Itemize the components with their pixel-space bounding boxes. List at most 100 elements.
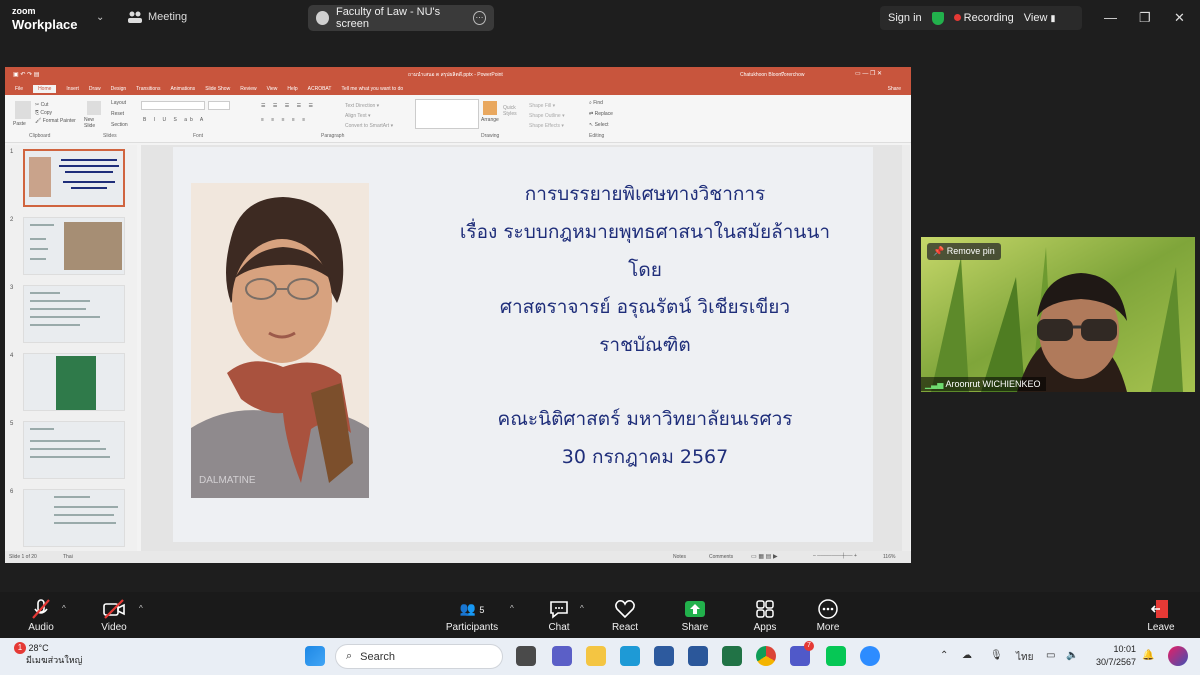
- slide-thumbnail-2[interactable]: [23, 217, 125, 275]
- slide-thumbnail-4[interactable]: [23, 353, 125, 411]
- tell-me-search[interactable]: Tell me what you want to do: [341, 86, 403, 92]
- tab-home[interactable]: Home: [33, 84, 57, 93]
- tab-help[interactable]: Help: [287, 86, 297, 92]
- minimize-icon[interactable]: —: [1104, 10, 1117, 25]
- tab-transitions[interactable]: Transitions: [136, 86, 160, 92]
- paste-button[interactable]: Paste: [13, 121, 26, 127]
- notes-button[interactable]: Notes: [673, 554, 686, 560]
- layout-button[interactable]: Layout: [111, 100, 126, 106]
- audio-options-caret[interactable]: ^: [62, 604, 66, 613]
- recording-indicator[interactable]: Recording: [953, 12, 1014, 24]
- system-clock[interactable]: 10:01 30/7/2567: [1086, 643, 1136, 669]
- line-app-icon[interactable]: [826, 646, 846, 666]
- tab-draw[interactable]: Draw: [89, 86, 101, 92]
- ppt-share-button[interactable]: Share: [888, 86, 901, 92]
- sign-in-button[interactable]: Sign in: [888, 12, 922, 24]
- restore-icon[interactable]: ❐: [1139, 10, 1151, 26]
- more-options-icon[interactable]: ···: [472, 11, 486, 25]
- audio-button[interactable]: Audio: [26, 598, 56, 633]
- arrange-icon[interactable]: [483, 101, 497, 115]
- shape-format-buttons[interactable]: Shape Fill ▾ Shape Outline ▾ Shape Effects…: [529, 101, 565, 131]
- tab-review[interactable]: Review: [240, 86, 256, 92]
- clipboard-small-buttons[interactable]: ✂ Cut ⎘ Copy 🖌 Format Painter: [35, 101, 76, 125]
- apps-button[interactable]: Apps: [750, 598, 780, 633]
- view-button[interactable]: View ▮: [1024, 12, 1056, 24]
- slide-number-4: 4: [10, 353, 14, 359]
- tab-slide-show[interactable]: Slide Show: [205, 86, 230, 92]
- chevron-down-icon[interactable]: ⌄: [96, 12, 104, 23]
- text-direction-buttons[interactable]: Text Direction ▾ Align Text ▾ Convert to S…: [345, 101, 393, 131]
- meeting-info-button[interactable]: Meeting: [128, 11, 187, 23]
- react-button[interactable]: React: [610, 598, 640, 633]
- arrange-button[interactable]: Arrange: [481, 117, 499, 123]
- tab-view[interactable]: View: [267, 86, 278, 92]
- shapes-gallery[interactable]: [415, 99, 479, 129]
- slide-thumbnail-6[interactable]: [23, 489, 125, 547]
- notification-bell-icon[interactable]: 🔔: [1142, 650, 1154, 661]
- find-button[interactable]: ⌕ Find: [589, 100, 603, 106]
- quick-styles-button[interactable]: Quick Styles: [503, 105, 521, 117]
- chrome-icon[interactable]: [756, 646, 776, 666]
- tab-file[interactable]: File: [15, 86, 23, 92]
- share-screen-button[interactable]: Share: [678, 598, 712, 633]
- participant-video-tile[interactable]: 📌 Remove pin ▁▃▅ Aroonrut WICHIENKEO: [921, 237, 1195, 392]
- reset-button[interactable]: Reset: [111, 111, 124, 117]
- leave-button[interactable]: Leave: [1146, 598, 1176, 633]
- chat-options-caret[interactable]: ^: [580, 604, 584, 613]
- volume-icon[interactable]: 🔈: [1066, 650, 1078, 661]
- align-buttons[interactable]: ≡ ≡ ≡ ≡ ≡: [261, 117, 308, 123]
- font-format-buttons[interactable]: B I U S ab A: [143, 117, 206, 123]
- more-button[interactable]: More: [814, 598, 842, 633]
- slide-thumbnail-5[interactable]: [23, 421, 125, 479]
- edge-browser-icon[interactable]: [620, 646, 640, 666]
- comments-button[interactable]: Comments: [709, 554, 733, 560]
- section-button[interactable]: Section: [111, 122, 128, 128]
- chat-button[interactable]: Chat: [544, 598, 574, 633]
- weather-widget[interactable]: 1 28°C มีเมฆส่วนใหญ่: [14, 642, 82, 666]
- tab-animations[interactable]: Animations: [170, 86, 195, 92]
- tab-insert[interactable]: Insert: [66, 86, 79, 92]
- tray-overflow-icon[interactable]: ⌃: [940, 650, 948, 661]
- taskbar-search[interactable]: ⌕ Search: [335, 644, 503, 669]
- microphone-tray-icon[interactable]: 🎙: [990, 650, 1003, 661]
- word-icon[interactable]: [688, 646, 708, 666]
- teams-icon[interactable]: 7: [790, 641, 814, 666]
- task-view-icon[interactable]: [516, 646, 536, 666]
- copilot-icon[interactable]: [1168, 646, 1188, 666]
- slide-vertical-scrollbar[interactable]: [902, 145, 910, 551]
- select-button[interactable]: ↖ Select: [589, 122, 609, 128]
- store-icon[interactable]: [654, 646, 674, 666]
- slide-thumbnail-3[interactable]: [23, 285, 125, 343]
- language-indicator[interactable]: ไทย: [1016, 650, 1033, 665]
- video-options-caret[interactable]: ^: [139, 604, 143, 613]
- tab-design[interactable]: Design: [111, 86, 127, 92]
- file-explorer-icon[interactable]: [586, 646, 606, 666]
- shared-screen-pill[interactable]: Faculty of Law - NU's screen ···: [308, 5, 494, 31]
- paragraph-buttons[interactable]: ☰ ☰ ☰ ☰ ☰: [261, 103, 316, 109]
- remove-pin-button[interactable]: 📌 Remove pin: [927, 243, 1001, 260]
- zoom-level[interactable]: 116%: [883, 554, 895, 560]
- new-slide-icon[interactable]: [87, 101, 101, 115]
- zoom-app-icon[interactable]: [860, 646, 880, 666]
- ppt-quick-access-icons[interactable]: ▣ ↶ ↷ ▤: [13, 71, 39, 78]
- video-button[interactable]: Video: [98, 598, 130, 633]
- excel-icon[interactable]: [722, 646, 742, 666]
- font-name-select[interactable]: [141, 101, 205, 110]
- windows-start-icon[interactable]: [305, 646, 325, 666]
- onedrive-icon[interactable]: ☁: [962, 650, 972, 661]
- close-icon[interactable]: ✕: [1174, 10, 1185, 26]
- tab-acrobat[interactable]: ACROBAT: [308, 86, 332, 92]
- participants-options-caret[interactable]: ^: [510, 604, 514, 613]
- slide-thumbnail-1[interactable]: [23, 149, 125, 207]
- network-icon[interactable]: ▭: [1046, 650, 1055, 661]
- font-size-select[interactable]: [208, 101, 230, 110]
- ppt-window-controls[interactable]: ▭ — ❐ ✕: [855, 70, 882, 77]
- view-buttons[interactable]: ▭ ▦ ▤ ▶: [751, 553, 778, 560]
- new-slide-button[interactable]: New Slide: [84, 117, 106, 129]
- paste-icon[interactable]: [15, 101, 31, 119]
- replace-button[interactable]: ⇄ Replace: [589, 111, 613, 117]
- security-shield-icon[interactable]: [931, 11, 944, 25]
- participants-button[interactable]: 👥 5 Participants: [444, 598, 500, 633]
- zoom-slider[interactable]: – ───────┼── +: [813, 553, 857, 559]
- teams-chat-icon[interactable]: [552, 646, 572, 666]
